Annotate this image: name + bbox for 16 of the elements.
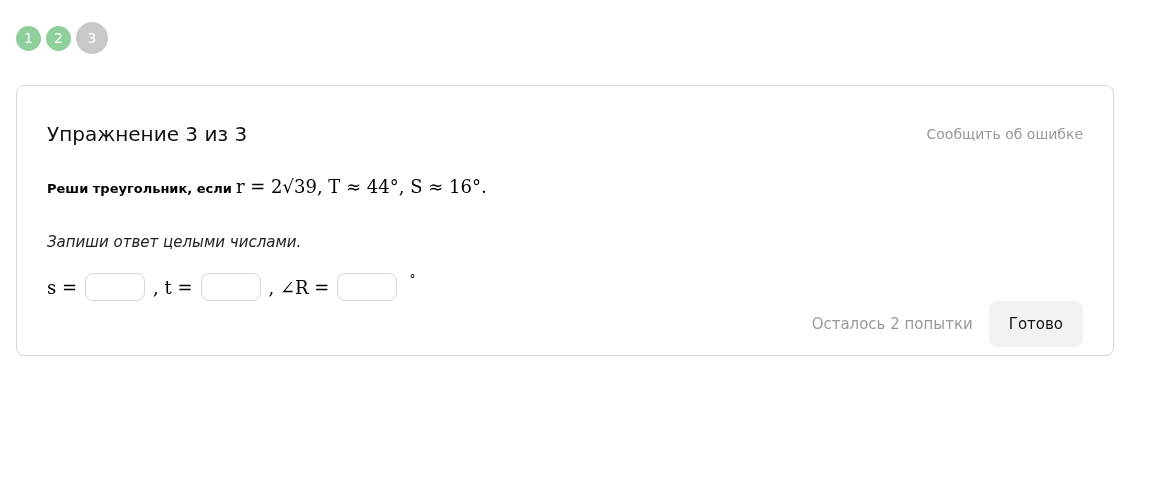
answer-field[interactable] bbox=[85, 273, 146, 301]
degree-sign: ° bbox=[409, 273, 416, 287]
answer-field[interactable] bbox=[200, 273, 261, 301]
answer-label: , t = bbox=[153, 276, 193, 298]
exercise-title: Упражнение 3 из 3 bbox=[47, 122, 248, 146]
answer-field[interactable] bbox=[337, 273, 398, 301]
task-prompt: Реши треугольник, если bbox=[47, 181, 232, 196]
step-indicator[interactable]: 1 bbox=[16, 25, 41, 51]
instruction-text: Запиши ответ целыми числами. bbox=[47, 233, 303, 251]
task-condition: r = 2√39, T ≈ 44°, S ≈ 16°. bbox=[235, 176, 487, 197]
report-error-link[interactable]: Сообщить об ошибке bbox=[926, 126, 1083, 142]
submit-button[interactable]: Готово bbox=[988, 301, 1083, 347]
answer-label: s = bbox=[47, 276, 78, 298]
step-indicator[interactable]: 2 bbox=[46, 25, 71, 51]
answer-label: , ∠R = bbox=[268, 276, 330, 298]
attempts-counter: Осталось 2 попытки bbox=[811, 315, 973, 333]
